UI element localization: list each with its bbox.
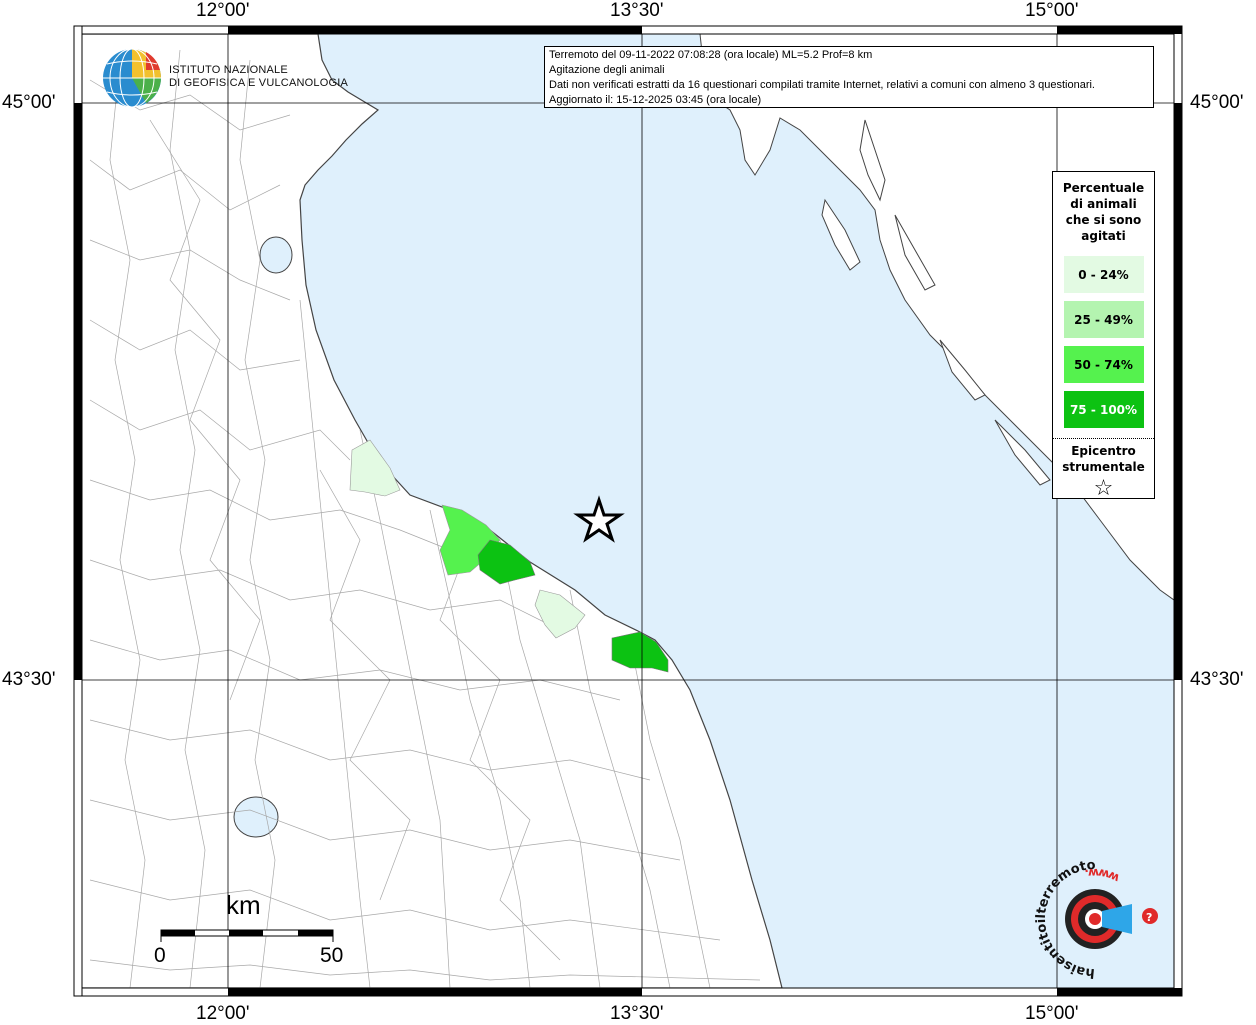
lon-label-15-bottom: 15°00' <box>1025 1003 1079 1024</box>
legend-title-line3: che si sono <box>1065 213 1142 227</box>
scale-end: 50 <box>320 944 344 967</box>
lat-label-45-right: 45°00' <box>1190 92 1244 113</box>
lon-label-13-30-bottom: 13°30' <box>610 1003 664 1024</box>
lagoon-comacchio <box>259 236 293 274</box>
legend-title-line2: di animali <box>1070 197 1137 211</box>
lon-label-15: 15°00' <box>1025 0 1079 21</box>
legend-item-50-74: 50 - 74% <box>1063 346 1144 383</box>
legend-item-25-49: 25 - 49% <box>1063 301 1144 338</box>
legend-label-75-100: 75 - 100% <box>1069 402 1138 417</box>
lon-label-12-bottom: 12°00' <box>196 1003 250 1024</box>
legend-title: Percentuale di animali che si sono agita… <box>1053 180 1154 244</box>
ingv-logo-icon <box>103 48 161 108</box>
updated-at: Aggiornato il: 15-12-2025 03:45 (ora loc… <box>549 94 762 106</box>
legend-star-icon: ☆ <box>1093 476 1114 501</box>
legend-title-line4: agitati <box>1081 229 1126 243</box>
legend-label-25-49: 25 - 49% <box>1074 312 1133 327</box>
ingv-line2: DI GEOFISICA E VULCANOLOGIA <box>169 77 348 89</box>
ingv-line1: ISTITUTO NAZIONALE <box>169 64 288 76</box>
lat-label-43-30: 43°30' <box>2 669 56 690</box>
event-title: Terremoto del 09-11-2022 07:08:28 (ora l… <box>549 49 873 61</box>
lat-label-45: 45°00' <box>2 92 56 113</box>
scale-unit: km <box>226 890 261 920</box>
data-note: Dati non verificati estratti da 16 quest… <box>549 79 1095 91</box>
map-subject: Agitazione degli animali <box>549 64 665 76</box>
legend-separator <box>1053 438 1154 439</box>
legend-label-50-74: 50 - 74% <box>1074 357 1133 372</box>
legend-item-0-24: 0 - 24% <box>1063 256 1144 293</box>
haisentito-badge-icon: ? haisentitoilterremoto.it www. <box>1032 856 1158 982</box>
legend-title-line1: Percentuale <box>1062 181 1145 195</box>
ingv-logo-text: ISTITUTO NAZIONALE DI GEOFISICA E VULCAN… <box>169 64 348 90</box>
legend-epi-line2: strumentale <box>1062 460 1145 474</box>
legend: Percentuale di animali che si sono agita… <box>1052 171 1155 501</box>
legend-item-75-100: 75 - 100% <box>1063 391 1144 428</box>
lat-label-43-30-right: 43°30' <box>1190 669 1244 690</box>
lon-label-12: 12°00' <box>196 0 250 21</box>
legend-epicenter-label: Epicentro strumentale <box>1053 443 1154 475</box>
legend-label-0-24: 0 - 24% <box>1078 267 1129 282</box>
event-info-box: Terremoto del 09-11-2022 07:08:28 (ora l… <box>544 46 1154 108</box>
lon-label-13-30: 13°30' <box>610 0 664 21</box>
scale-start: 0 <box>154 944 166 967</box>
legend-epi-line1: Epicentro <box>1071 444 1136 458</box>
svg-text:?: ? <box>1146 911 1152 924</box>
lake-trasimeno <box>233 796 279 838</box>
